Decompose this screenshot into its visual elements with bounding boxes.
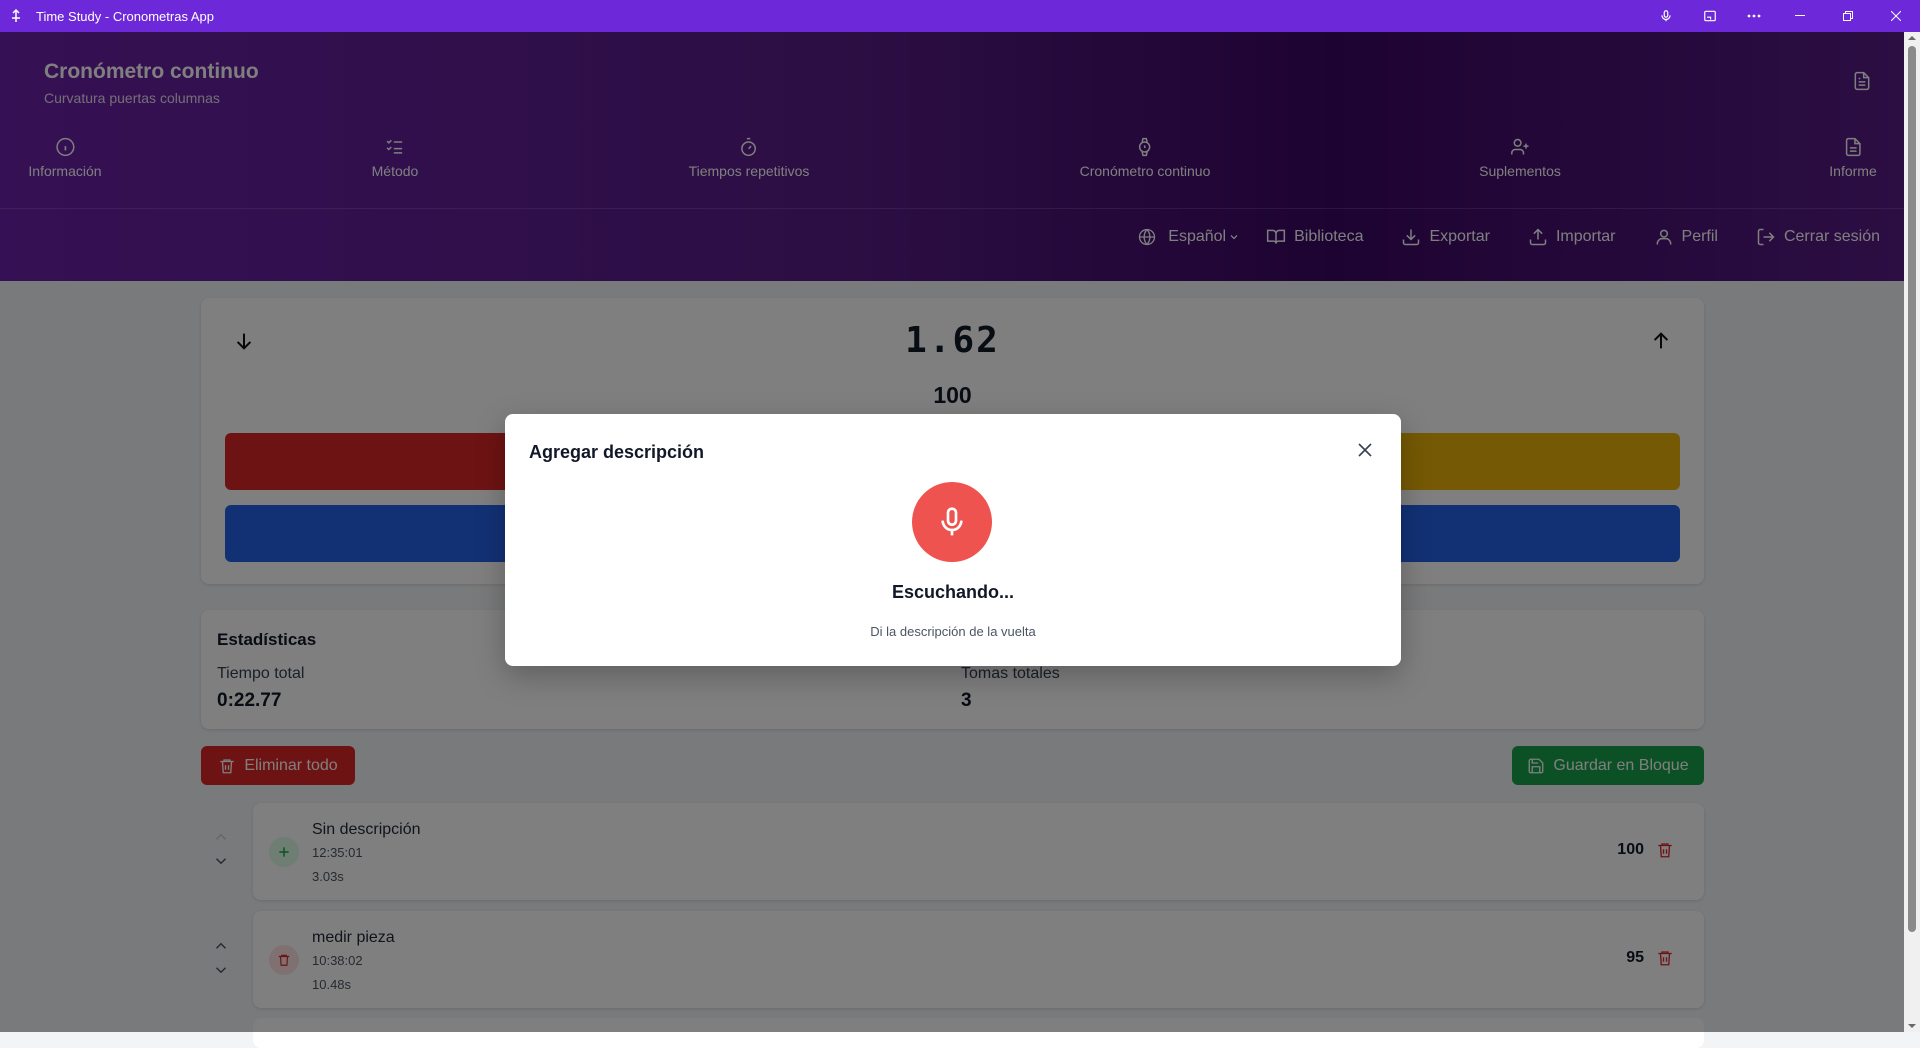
scroll-up-arrow-icon[interactable]	[1908, 34, 1916, 42]
dialog-title: Agregar descripción	[529, 442, 705, 462]
dialog-hint: Di la descripción de la vuelta	[870, 624, 1036, 639]
microphone-icon[interactable]	[1644, 0, 1688, 32]
close-icon[interactable]	[1357, 442, 1377, 462]
minimize-button[interactable]	[1776, 0, 1824, 32]
add-description-dialog: Agregar descripción Escuchando... Di la …	[505, 414, 1401, 666]
cast-icon[interactable]	[1688, 0, 1732, 32]
window-title: Time Study - Cronometras App	[36, 8, 214, 24]
microphone-button[interactable]	[912, 482, 992, 562]
scroll-down-arrow-icon[interactable]	[1908, 1022, 1916, 1030]
page-scrollbar[interactable]	[1904, 32, 1920, 1032]
restore-button[interactable]	[1824, 0, 1872, 32]
microphone-icon	[941, 507, 963, 536]
more-options-icon[interactable]	[1732, 0, 1776, 32]
close-window-button[interactable]	[1872, 0, 1920, 32]
app-icon	[8, 8, 24, 24]
scrollbar-thumb[interactable]	[1908, 46, 1916, 932]
window-titlebar: Time Study - Cronometras App	[0, 0, 1920, 32]
listening-status: Escuchando...	[891, 582, 1015, 602]
